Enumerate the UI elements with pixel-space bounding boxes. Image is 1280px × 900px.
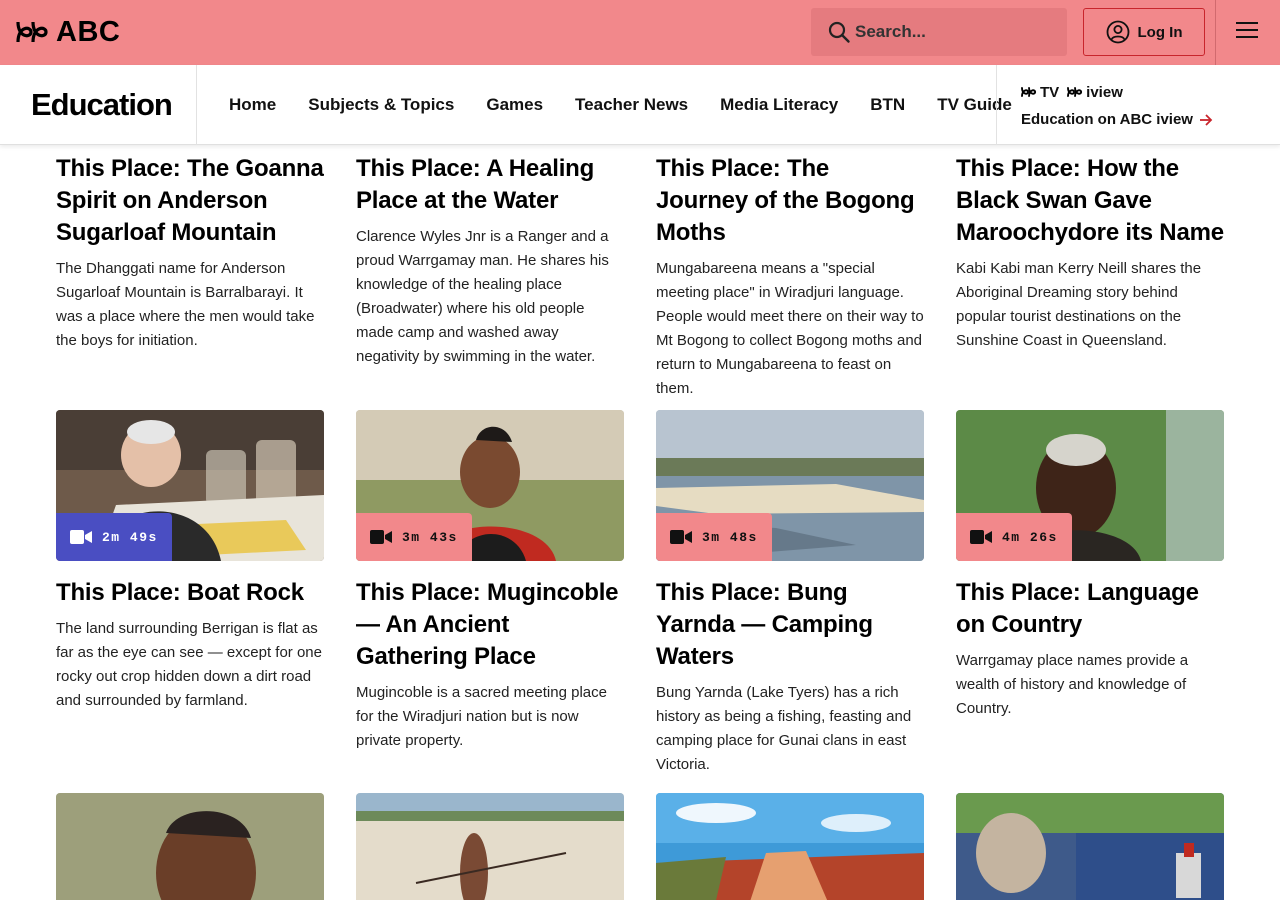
content-card[interactable]: 3m 43s This Place: Mugincoble — An Ancie… (356, 410, 624, 753)
card-description: Mungabareena means a "special meeting pl… (656, 260, 924, 397)
search-box[interactable] (811, 8, 1067, 56)
nav-links: Home Subjects & Topics Games Teacher New… (213, 65, 1028, 145)
top-header: ABC Log In (0, 0, 1280, 65)
thumbnail-image (656, 793, 924, 900)
thumbnail-image (956, 793, 1224, 900)
abc-iview-logo: iview (1067, 84, 1123, 101)
card-description: Kabi Kabi man Kerry Neill shares the Abo… (956, 260, 1202, 349)
content-card[interactable] (56, 793, 324, 900)
thumbnail-image (356, 793, 624, 900)
content-card[interactable]: This Place: The Goanna Spirit on Anderso… (56, 153, 324, 353)
login-button[interactable]: Log In (1083, 8, 1205, 56)
video-duration: 2m 49s (102, 529, 158, 545)
card-title[interactable]: This Place: Boat Rock (56, 577, 324, 609)
video-camera-icon (370, 530, 392, 544)
video-duration-badge: 3m 43s (356, 513, 472, 561)
menu-icon[interactable] (1236, 22, 1258, 42)
video-duration: 4m 26s (1002, 529, 1058, 545)
video-thumbnail[interactable]: 2m 49s (56, 410, 324, 561)
abc-logo[interactable]: ABC (16, 16, 121, 48)
abc-lissajous-icon (16, 21, 48, 43)
content-card[interactable]: 2m 49s This Place: Boat Rock The land su… (56, 410, 324, 713)
video-thumbnail[interactable] (356, 793, 624, 900)
card-title[interactable]: This Place: The Journey of the Bogong Mo… (656, 153, 924, 249)
card-description: The land surrounding Berrigan is flat as… (56, 620, 322, 709)
abc-lissajous-icon (1067, 87, 1083, 97)
video-camera-icon (670, 530, 692, 544)
search-icon (828, 21, 850, 43)
video-thumbnail[interactable]: 3m 48s (656, 410, 924, 561)
header-divider (1215, 0, 1216, 65)
content-card[interactable] (956, 793, 1224, 900)
content-card[interactable] (356, 793, 624, 900)
thumbnail-image (56, 793, 324, 900)
content-card[interactable] (656, 793, 924, 900)
card-description: Bung Yarnda (Lake Tyers) has a rich hist… (656, 684, 912, 773)
content-card[interactable]: 3m 48s This Place: Bung Yarnda — Camping… (656, 410, 924, 777)
card-title[interactable]: This Place: How the Black Swan Gave Maro… (956, 153, 1224, 249)
video-thumbnail[interactable]: 3m 43s (356, 410, 624, 561)
iview-logos: TV iview (1021, 83, 1213, 101)
video-duration: 3m 48s (702, 529, 758, 545)
iview-promo-label: Education on ABC iview (1021, 111, 1193, 128)
card-title[interactable]: This Place: Bung Yarnda — Camping Waters (656, 577, 924, 673)
iview-promo-link[interactable]: Education on ABC iview (1021, 111, 1213, 128)
login-label: Log In (1137, 23, 1183, 41)
video-camera-icon (70, 530, 92, 544)
card-title[interactable]: This Place: Mugincoble — An Ancient Gath… (356, 577, 624, 673)
video-duration-badge: 2m 49s (56, 513, 172, 561)
content-card[interactable]: 4m 26s This Place: Language on Country W… (956, 410, 1224, 721)
nav-divider-right (996, 65, 997, 145)
card-description: Clarence Wyles Jnr is a Ranger and a pro… (356, 228, 609, 365)
content-card[interactable]: This Place: The Journey of the Bogong Mo… (656, 153, 924, 401)
card-description: Warrgamay place names provide a wealth o… (956, 652, 1189, 717)
abc-tv-logo: TV (1021, 84, 1059, 101)
nav-link-media-literacy[interactable]: Media Literacy (704, 95, 854, 115)
card-description: The Dhanggati name for Anderson Sugarloa… (56, 260, 315, 349)
nav-divider-left (196, 65, 197, 145)
nav-link-teacher-news[interactable]: Teacher News (559, 95, 704, 115)
video-thumbnail[interactable]: 4m 26s (956, 410, 1224, 561)
nav-link-games[interactable]: Games (470, 95, 559, 115)
nav-link-subjects-topics[interactable]: Subjects & Topics (292, 95, 470, 115)
abc-tv-label: TV (1040, 83, 1060, 101)
nav-link-tv-guide[interactable]: TV Guide (921, 95, 1028, 115)
card-description: Mugincoble is a sacred meeting place for… (356, 684, 607, 749)
video-thumbnail[interactable] (956, 793, 1224, 900)
video-thumbnail[interactable] (56, 793, 324, 900)
video-duration: 3m 43s (402, 529, 458, 545)
content-card[interactable]: This Place: A Healing Place at the Water… (356, 153, 624, 369)
card-title[interactable]: This Place: A Healing Place at the Water (356, 153, 624, 217)
video-thumbnail[interactable] (656, 793, 924, 900)
search-input[interactable] (855, 22, 1055, 42)
nav-link-home[interactable]: Home (213, 95, 292, 115)
brand-name: ABC (56, 16, 121, 48)
nav-link-btn[interactable]: BTN (854, 95, 921, 115)
section-nav: Education Home Subjects & Topics Games T… (0, 65, 1280, 145)
video-camera-icon (970, 530, 992, 544)
card-title[interactable]: This Place: Language on Country (956, 577, 1224, 641)
user-icon (1106, 20, 1129, 44)
arrow-right-icon (1199, 113, 1213, 126)
abc-iview-label: iview (1086, 83, 1123, 101)
section-title[interactable]: Education (31, 87, 173, 123)
video-duration-badge: 3m 48s (656, 513, 772, 561)
card-title[interactable]: This Place: The Goanna Spirit on Anderso… (56, 153, 324, 249)
abc-lissajous-icon (1021, 87, 1037, 97)
iview-promo[interactable]: TV iview Education on ABC iview (1021, 83, 1213, 128)
video-duration-badge: 4m 26s (956, 513, 1072, 561)
content-card[interactable]: This Place: How the Black Swan Gave Maro… (956, 153, 1224, 353)
